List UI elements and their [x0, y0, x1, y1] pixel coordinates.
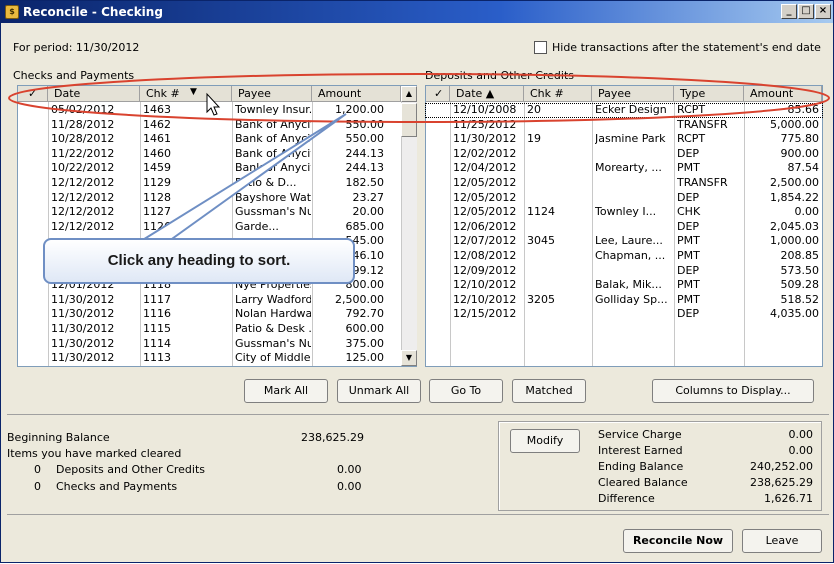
matched-button[interactable]: Matched [512, 379, 586, 403]
checks-count: 0 [34, 480, 41, 493]
columns-to-display-button[interactable]: Columns to Display... [652, 379, 814, 403]
divider [7, 414, 829, 415]
sort-callout: Click any heading to sort. [43, 238, 355, 284]
totals-label: Service Charge [598, 428, 682, 441]
go-to-button[interactable]: Go To [429, 379, 503, 403]
heading-highlight-ellipse [8, 73, 830, 123]
reconcile-now-button[interactable]: Reconcile Now [623, 529, 733, 553]
mark-all-button[interactable]: Mark All [244, 379, 328, 403]
totals-value: 240,252.00 [750, 460, 813, 473]
leave-button[interactable]: Leave [742, 529, 822, 553]
checks-cleared-value: 0.00 [337, 480, 362, 493]
beginning-balance-label: Beginning Balance [7, 431, 110, 444]
totals-value: 0.00 [788, 444, 814, 457]
mouse-cursor-icon [206, 92, 221, 116]
totals-value: 0.00 [788, 428, 814, 441]
totals-label: Ending Balance [598, 460, 684, 473]
totals-value: 1,626.71 [764, 492, 813, 505]
deposits-cleared-label: Deposits and Other Credits [56, 463, 206, 476]
totals-value: 238,625.29 [750, 476, 813, 489]
deposits-count: 0 [34, 463, 41, 476]
unmark-all-button[interactable]: Unmark All [337, 379, 421, 403]
totals-label: Interest Earned [598, 444, 683, 457]
modify-button[interactable]: Modify [510, 429, 580, 453]
callout-pointer [137, 113, 347, 242]
divider-bottom [7, 514, 829, 515]
totals-label: Cleared Balance [598, 476, 688, 489]
items-marked-label: Items you have marked cleared [7, 447, 182, 460]
reconcile-window: $ Reconcile - Checking _ □ × For period:… [0, 0, 834, 563]
totals-label: Difference [598, 492, 655, 505]
checks-cleared-label: Checks and Payments [56, 480, 178, 493]
deposits-cleared-value: 0.00 [337, 463, 362, 476]
beginning-balance-value: 238,625.29 [301, 431, 364, 444]
